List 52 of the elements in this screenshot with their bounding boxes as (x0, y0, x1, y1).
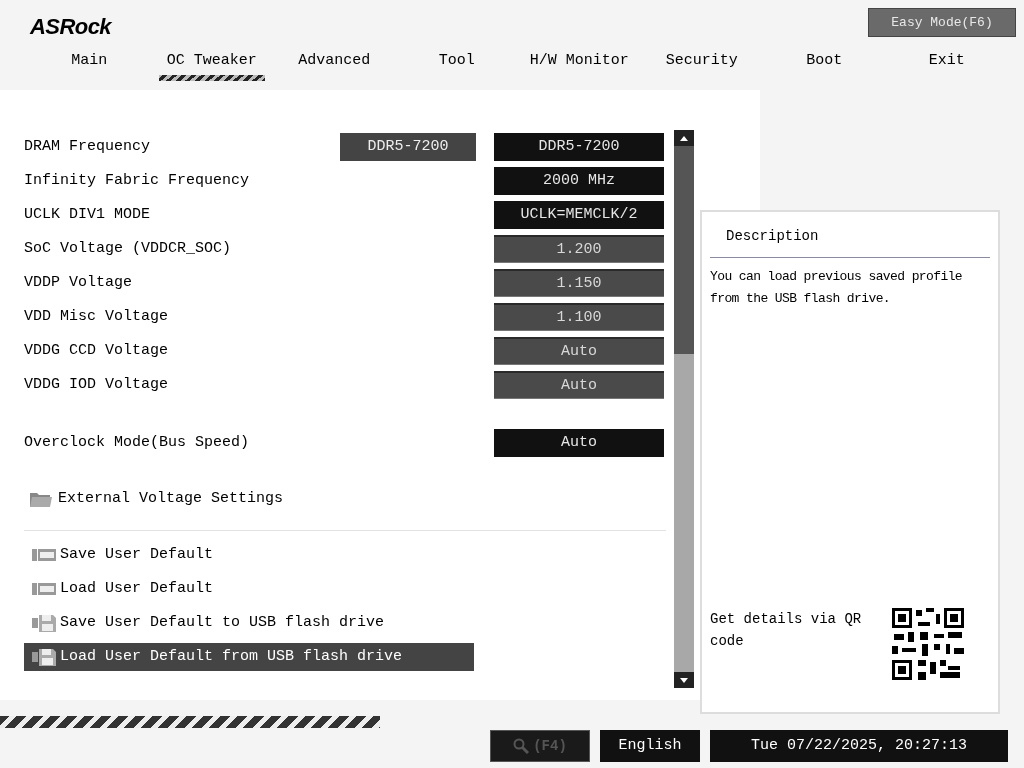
qr-caption: Get details via QR code (710, 610, 863, 651)
setting-value[interactable]: UCLK=MEMCLK/2 (494, 201, 664, 229)
current-value: DDR5-7200 (340, 133, 476, 161)
bios-chip-icon (32, 583, 56, 595)
easy-mode-button[interactable]: Easy Mode(F6) (868, 8, 1016, 37)
scroll-up-button[interactable] (674, 130, 694, 146)
floppy-disk-icon (32, 648, 56, 666)
down-arrow-icon (680, 677, 688, 683)
menu-item[interactable]: Load User Default (24, 575, 474, 603)
setting-value[interactable]: 1.100 (494, 303, 664, 331)
setting-value[interactable]: Auto (494, 337, 664, 365)
tab[interactable]: H/W Monitor (518, 46, 641, 82)
setting-value[interactable]: 1.150 (494, 269, 664, 297)
date-time: Tue 07/22/2025, 20:27:13 (710, 730, 1008, 762)
setting-value[interactable]: 1.200 (494, 235, 664, 263)
submenu-link[interactable]: External Voltage Settings (58, 487, 284, 511)
bios-chip-icon (32, 549, 56, 561)
up-arrow-icon (680, 135, 688, 141)
setting-label: VDD Misc Voltage (24, 306, 170, 327)
search-icon (513, 738, 530, 754)
scrollbar[interactable] (674, 130, 694, 688)
asrock-logo: ASRock (30, 13, 112, 41)
setting-label: Overclock Mode(Bus Speed) (24, 432, 251, 453)
setting-label: VDDG IOD Voltage (24, 374, 170, 395)
setting-value[interactable]: Auto (494, 371, 664, 399)
tab[interactable]: Security (640, 46, 763, 82)
setting-label: VDDG CCD Voltage (24, 340, 170, 361)
scroll-down-button[interactable] (674, 672, 694, 688)
description-title: Description (710, 212, 990, 258)
tab[interactable]: Exit (885, 46, 1008, 82)
setting-value[interactable]: 2000 MHz (494, 167, 664, 195)
setting-value[interactable]: DDR5-7200 (494, 133, 664, 161)
setting-label: DRAM Frequency (24, 136, 152, 157)
tab[interactable]: OC Tweaker (150, 46, 273, 82)
setting-label: SoC Voltage (VDDCR_SOC) (24, 238, 233, 259)
scroll-thumb[interactable] (674, 146, 694, 354)
tab[interactable]: Boot (763, 46, 886, 82)
folder-icon (30, 491, 52, 507)
menu-item[interactable]: Save User Default to USB flash drive (24, 609, 474, 637)
setting-value[interactable]: Auto (494, 429, 664, 457)
tab[interactable]: Main (28, 46, 151, 82)
tab[interactable]: Advanced (273, 46, 396, 82)
menu-item[interactable]: Save User Default (24, 541, 474, 569)
language-button[interactable]: English (600, 730, 700, 762)
floppy-disk-icon (32, 614, 56, 632)
qr-code-icon (892, 608, 964, 680)
setting-label: Infinity Fabric Frequency (24, 170, 251, 191)
setting-label: VDDP Voltage (24, 272, 134, 293)
menu-item[interactable]: Load User Default from USB flash drive (24, 643, 474, 671)
description-text: You can load previous saved profile from the USB flash drive. (710, 268, 964, 308)
setting-label: UCLK DIV1 MODE (24, 204, 152, 225)
tab[interactable]: Tool (395, 46, 518, 82)
